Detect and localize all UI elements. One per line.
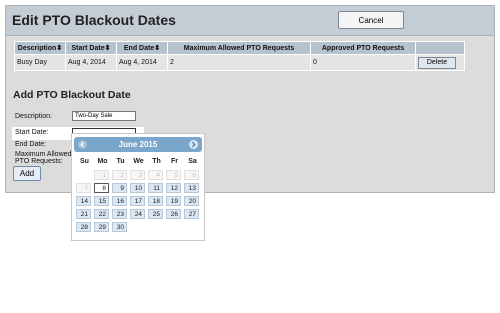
calendar-day[interactable]: 30 [112,222,127,232]
calendar-day[interactable]: 14 [76,196,91,206]
calendar-day[interactable]: 23 [112,209,127,219]
date-picker: June 2015 Su Mo Tu We Th Fr Sa 1 2 3 4 5 6 7 8 9 10 11 12… [71,133,205,241]
calendar-day[interactable]: 28 [76,222,91,232]
max-allowed-label-line2: PTO Requests: [15,158,63,165]
calendar-day[interactable]: 18 [148,196,163,206]
page-title: Edit PTO Blackout Dates [12,12,176,28]
calendar-day[interactable]: 21 [76,209,91,219]
column-header-end-date[interactable]: End Date⬍ [116,41,168,55]
date-picker-header: June 2015 [74,137,202,152]
max-allowed-label-line1: Maximum Allowed [15,151,72,158]
calendar-day[interactable]: 16 [112,196,127,206]
calendar-day[interactable]: 22 [94,209,109,219]
cancel-button[interactable]: Cancel [338,11,404,29]
weekday-header: Sa [188,158,197,165]
calendar-day[interactable]: 17 [130,196,145,206]
calendar-day[interactable]: 29 [94,222,109,232]
calendar-day: 7 [76,183,91,193]
column-header-max-allowed: Maximum Allowed PTO Requests [167,41,311,55]
table-row: Busy Day Aug 4, 2014 Aug 4, 2014 2 0 Del… [14,54,465,71]
weekday-header: Fr [171,158,178,165]
cell-end-date: Aug 4, 2014 [116,54,168,71]
column-header-actions [415,41,465,55]
calendar-day[interactable]: 26 [166,209,181,219]
calendar-day[interactable]: 13 [184,183,199,193]
add-form-title: Add PTO Blackout Date [13,89,131,101]
calendar-day: 6 [184,170,199,180]
calendar-day[interactable]: 8 [94,183,109,193]
calendar-day[interactable]: 20 [184,196,199,206]
weekday-header: We [133,158,144,165]
cell-approved: 0 [310,54,416,71]
panel-header: Edit PTO Blackout Dates Cancel [6,6,494,36]
calendar-day[interactable]: 27 [184,209,199,219]
calendar-day: 4 [148,170,163,180]
calendar-day[interactable]: 24 [130,209,145,219]
description-label: Description: [15,113,52,120]
calendar-day[interactable]: 12 [166,183,181,193]
calendar-day: 1 [94,170,109,180]
calendar-day: 5 [166,170,181,180]
calendar-day[interactable]: 9 [112,183,127,193]
sort-icon: ⬍ [104,45,111,52]
calendar-day[interactable]: 11 [148,183,163,193]
column-header-start-date[interactable]: Start Date⬍ [65,41,117,55]
cell-actions: Delete [415,54,465,71]
column-header-approved: Approved PTO Requests [310,41,416,55]
month-title: June 2015 [118,140,158,149]
chevron-right-icon[interactable] [189,140,198,149]
description-input[interactable]: Two-Day Sale [72,111,136,121]
add-button[interactable]: Add [13,166,41,181]
sort-icon: ⬍ [154,45,161,52]
calendar-day[interactable]: 19 [166,196,181,206]
weekday-header: Th [152,158,161,165]
cell-start-date: Aug 4, 2014 [65,54,117,71]
weekday-header: Tu [116,158,125,165]
cell-max-allowed: 2 [167,54,311,71]
weekday-header: Su [80,158,89,165]
cell-description: Busy Day [14,54,66,71]
calendar-day[interactable]: 25 [148,209,163,219]
weekday-header: Mo [97,158,108,165]
calendar-day: 3 [130,170,145,180]
blackout-dates-table: Description⬍ Start Date⬍ End Date⬍ Maxim… [14,41,465,71]
delete-button[interactable]: Delete [418,56,456,69]
calendar-day[interactable]: 15 [94,196,109,206]
end-date-label: End Date: [15,141,47,148]
calendar-day: 2 [112,170,127,180]
column-header-description[interactable]: Description⬍ [14,41,66,55]
sort-icon: ⬍ [56,45,63,52]
start-date-label: Start Date: [15,129,49,136]
calendar-day[interactable]: 10 [130,183,145,193]
